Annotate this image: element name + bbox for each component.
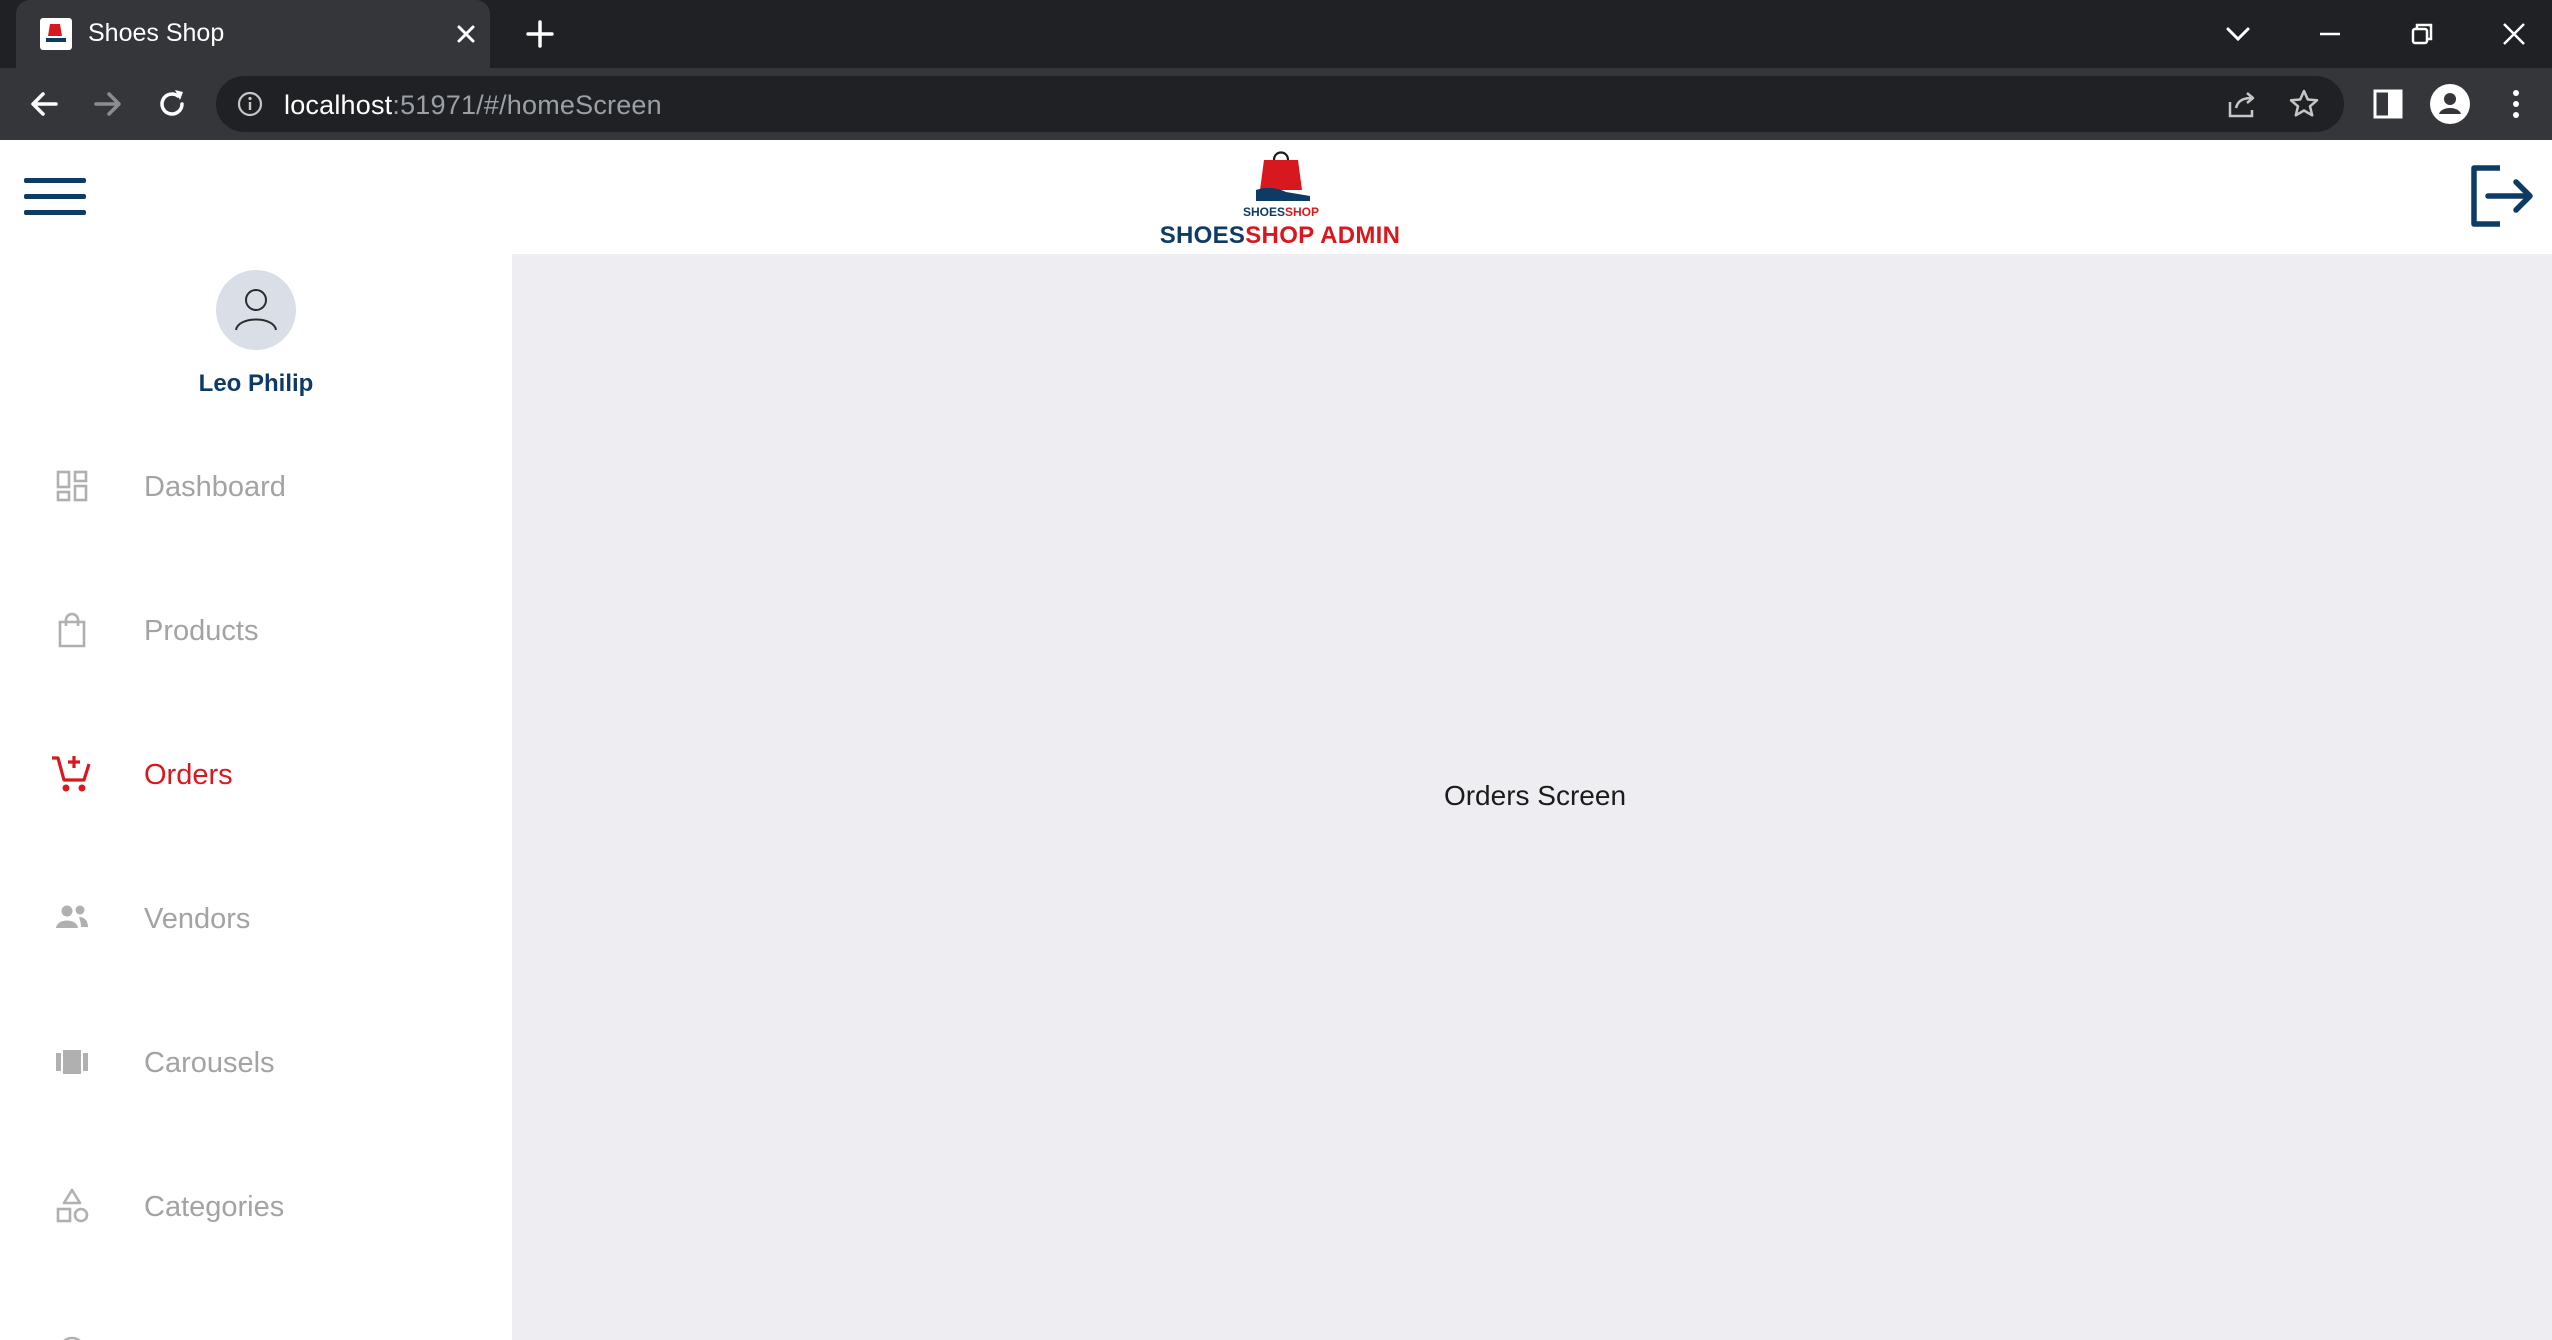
main-content: Orders Screen bbox=[512, 254, 2552, 1340]
url-path: :51971/#/homeScreen bbox=[392, 90, 662, 120]
sidebar-item-label: Dashboard bbox=[144, 471, 286, 503]
user-name: Leo Philip bbox=[198, 370, 314, 397]
tab-title: Shoes Shop bbox=[88, 19, 225, 47]
browser-toolbar: localhost:51971/#/homeScreen bbox=[0, 68, 2552, 140]
close-tab-icon[interactable] bbox=[448, 16, 484, 52]
brand-title-part2: SHOP ADMIN bbox=[1245, 222, 1401, 249]
new-tab-icon[interactable] bbox=[520, 14, 560, 54]
tab-search-chevron-icon[interactable] bbox=[2214, 10, 2262, 58]
sidebar-item-orders[interactable]: Orders bbox=[0, 724, 512, 824]
side-panel-icon[interactable] bbox=[2366, 82, 2410, 126]
share-icon[interactable] bbox=[2224, 86, 2260, 122]
people-icon bbox=[56, 905, 88, 928]
brand-title-part1: SHOES bbox=[1159, 222, 1246, 249]
sidebar-item-vendors[interactable]: Vendors bbox=[0, 868, 512, 968]
site-info-icon[interactable] bbox=[236, 90, 264, 118]
url-text: localhost:51971/#/homeScreen bbox=[284, 90, 662, 121]
sidebar-item-label: Carousels bbox=[144, 1047, 275, 1079]
settings-icon bbox=[63, 1336, 81, 1340]
user-icon bbox=[235, 289, 277, 331]
sidebar-item-dashboard[interactable]: Dashboard bbox=[0, 436, 512, 536]
url-host: localhost bbox=[284, 90, 393, 120]
browser-menu-icon[interactable] bbox=[2494, 82, 2538, 126]
category-icon bbox=[56, 1188, 89, 1223]
app-header: SHOESSHOP SHOESSHOP ADMIN bbox=[0, 140, 2552, 254]
hamburger-menu-icon[interactable] bbox=[24, 174, 86, 220]
sidebar: Leo Philip Dashboard Products Orders Ven… bbox=[0, 254, 512, 1340]
browser-tab-strip: Shoes Shop bbox=[0, 0, 2552, 68]
minimize-icon[interactable] bbox=[2306, 10, 2354, 58]
logout-icon[interactable] bbox=[2466, 162, 2536, 230]
sidebar-item-label: Vendors bbox=[144, 903, 251, 935]
restore-icon[interactable] bbox=[2398, 10, 2446, 58]
cart-add-icon bbox=[52, 756, 91, 792]
shoesshop-logo: SHOESSHOP bbox=[1243, 151, 1319, 219]
sidebar-item-carousels[interactable]: Carousels bbox=[0, 1012, 512, 1112]
close-window-icon[interactable] bbox=[2490, 10, 2538, 58]
address-bar[interactable]: localhost:51971/#/homeScreen bbox=[216, 76, 2344, 132]
reload-icon[interactable] bbox=[150, 82, 194, 126]
forward-arrow-icon[interactable] bbox=[86, 82, 130, 126]
sidebar-item-more[interactable] bbox=[0, 1300, 512, 1340]
profile-icon[interactable] bbox=[2428, 82, 2472, 126]
sidebar-item-label: Categories bbox=[144, 1191, 285, 1223]
carousel-icon bbox=[56, 1050, 88, 1074]
dashboard-icon bbox=[56, 470, 88, 502]
shoes-shop-favicon-icon bbox=[40, 18, 72, 50]
brand-title: SHOESSHOP ADMIN bbox=[1000, 222, 1560, 250]
back-arrow-icon[interactable] bbox=[22, 82, 66, 126]
svg-text:SHOESSHOP: SHOESSHOP bbox=[1243, 205, 1319, 219]
sidebar-item-categories[interactable]: Categories bbox=[0, 1156, 512, 1256]
sidebar-item-label: Orders bbox=[144, 759, 233, 791]
avatar[interactable] bbox=[216, 270, 296, 350]
shopping-bag-icon bbox=[58, 612, 86, 648]
bookmark-star-icon[interactable] bbox=[2286, 86, 2322, 122]
sidebar-item-label: Products bbox=[144, 615, 259, 647]
browser-tab[interactable]: Shoes Shop bbox=[16, 0, 490, 68]
screen-title: Orders Screen bbox=[1443, 780, 1627, 811]
sidebar-item-products[interactable]: Products bbox=[0, 580, 512, 680]
